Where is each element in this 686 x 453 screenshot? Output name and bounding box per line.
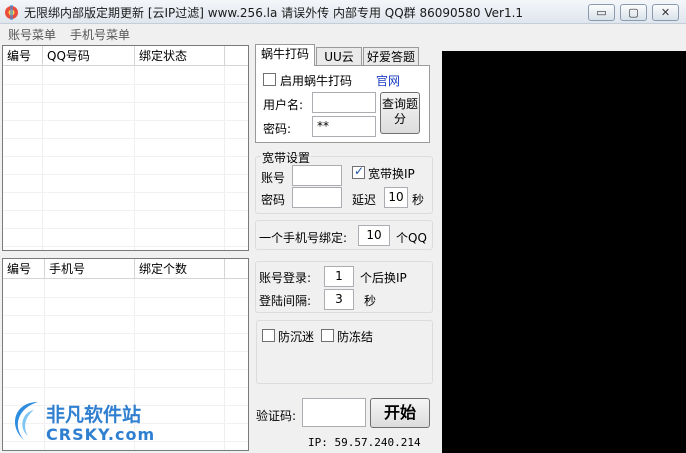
row-line <box>3 120 248 121</box>
col-bind-count[interactable]: 绑定个数 <box>135 259 225 279</box>
interval-label: 登陆间隔: <box>259 294 312 308</box>
phone-list-header: 编号 手机号 绑定个数 <box>3 259 248 279</box>
row-line <box>3 138 248 139</box>
menu-account[interactable]: 账号菜单 <box>8 26 56 43</box>
close-icon: ✕ <box>660 6 671 19</box>
tab-haoai[interactable]: 好爱答题 <box>363 47 419 67</box>
official-site-link[interactable]: 官网 <box>376 72 400 89</box>
bb-password-label: 密码 <box>261 193 286 207</box>
row-line <box>3 351 248 352</box>
minimize-button[interactable]: ▭ <box>588 4 615 21</box>
password-label: 密码: <box>263 122 292 136</box>
menu-bar: 账号菜单 手机号菜单 <box>0 24 686 43</box>
bb-account-label: 账号 <box>261 171 286 185</box>
start-button[interactable]: 开始 <box>370 398 430 428</box>
row-line <box>3 102 248 103</box>
anti-freeze-label: 防冻结 <box>337 330 374 344</box>
title-bar: 无限绑内部版定期更新 [云IP过滤] www.256.la 请误外传 内部专用 … <box>0 0 686 24</box>
row-line <box>3 315 248 316</box>
account-login-suffix: 个后换IP <box>360 271 407 285</box>
close-button[interactable]: ✕ <box>652 4 679 21</box>
query-score-button[interactable]: 查询题分 <box>380 92 420 134</box>
grid-col <box>3 66 43 250</box>
verify-label: 验证码: <box>256 409 297 423</box>
verify-input[interactable] <box>302 398 366 427</box>
protect-group: 防沉迷 防冻结 <box>256 320 433 384</box>
qq-list[interactable]: 编号 QQ号码 绑定状态 <box>2 45 249 251</box>
switch-ip-checkbox[interactable] <box>352 164 365 179</box>
watermark: 非凡软件站 CRSKY.com <box>2 392 162 450</box>
row-line <box>3 387 248 388</box>
preview-pane <box>442 51 686 453</box>
captcha-panel: 启用蜗牛打码 官网 用户名: 密码: ** 查询题分 <box>255 65 430 143</box>
grid-col <box>43 66 135 250</box>
phone-bind-unit: 个QQ <box>396 231 427 245</box>
row-line <box>3 333 248 334</box>
row-line <box>3 210 248 211</box>
row-line <box>3 246 248 247</box>
interval-input[interactable]: 3 <box>324 289 354 310</box>
row-line <box>3 174 248 175</box>
bb-account-input[interactable] <box>292 165 342 186</box>
col-index[interactable]: 编号 <box>3 46 43 66</box>
col-phone-number[interactable]: 手机号 <box>45 259 135 279</box>
phone-bind-label: 一个手机号绑定: <box>259 231 348 245</box>
col-bind-status[interactable]: 绑定状态 <box>135 46 225 66</box>
anti-freeze-checkbox[interactable] <box>321 329 334 342</box>
ip-text: IP: 59.57.240.214 <box>308 436 421 449</box>
password-input[interactable]: ** <box>312 116 376 137</box>
watermark-brand-cn: 非凡软件站 <box>46 404 142 426</box>
row-line <box>3 84 248 85</box>
broadband-group: 宽带设置 账号 宽带换IP 密码 延迟 10 秒 <box>255 149 433 214</box>
window-title: 无限绑内部版定期更新 [云IP过滤] www.256.la 请误外传 内部专用 … <box>24 6 524 20</box>
username-input[interactable] <box>312 92 376 113</box>
phone-bind-input[interactable]: 10 <box>358 225 390 246</box>
grid-col <box>135 66 225 250</box>
tab-woniu[interactable]: 蜗牛打码 <box>255 44 315 66</box>
col-index[interactable]: 编号 <box>3 259 45 279</box>
row-line <box>3 297 248 298</box>
row-line <box>3 228 248 229</box>
maximize-button[interactable]: ▢ <box>620 4 647 21</box>
account-login-input[interactable]: 1 <box>324 266 354 287</box>
delay-label: 延迟 <box>352 193 377 207</box>
enable-woniu-label: 启用蜗牛打码 <box>280 74 353 88</box>
switch-ip-label: 宽带换IP <box>368 167 415 181</box>
phone-bind-group: 一个手机号绑定: 10 个QQ <box>255 220 433 250</box>
menu-phone[interactable]: 手机号菜单 <box>70 26 130 43</box>
row-line <box>3 369 248 370</box>
enable-woniu-checkbox[interactable] <box>263 73 276 86</box>
bb-password-input[interactable] <box>292 187 342 208</box>
broadband-group-title: 宽带设置 <box>261 149 312 166</box>
delay-unit: 秒 <box>412 193 425 207</box>
row-line <box>3 156 248 157</box>
watermark-brand-en: CRSKY.com <box>46 425 156 444</box>
interval-unit: 秒 <box>364 294 377 308</box>
anti-addiction-checkbox[interactable] <box>262 329 275 342</box>
crsky-logo-icon <box>15 402 38 440</box>
qq-list-header: 编号 QQ号码 绑定状态 <box>3 46 248 66</box>
minimize-icon: ▭ <box>596 6 607 19</box>
app-icon <box>5 5 18 20</box>
username-label: 用户名: <box>263 98 304 112</box>
col-qq-number[interactable]: QQ号码 <box>43 46 135 66</box>
anti-addiction-label: 防沉迷 <box>278 330 315 344</box>
account-login-label: 账号登录: <box>259 271 312 285</box>
row-line <box>3 192 248 193</box>
tab-uuyun[interactable]: UU云 <box>316 47 362 67</box>
delay-input[interactable]: 10 <box>384 187 408 208</box>
login-group: 账号登录: 1 个后换IP 登陆间隔: 3 秒 <box>255 261 433 313</box>
maximize-icon: ▢ <box>628 6 639 19</box>
